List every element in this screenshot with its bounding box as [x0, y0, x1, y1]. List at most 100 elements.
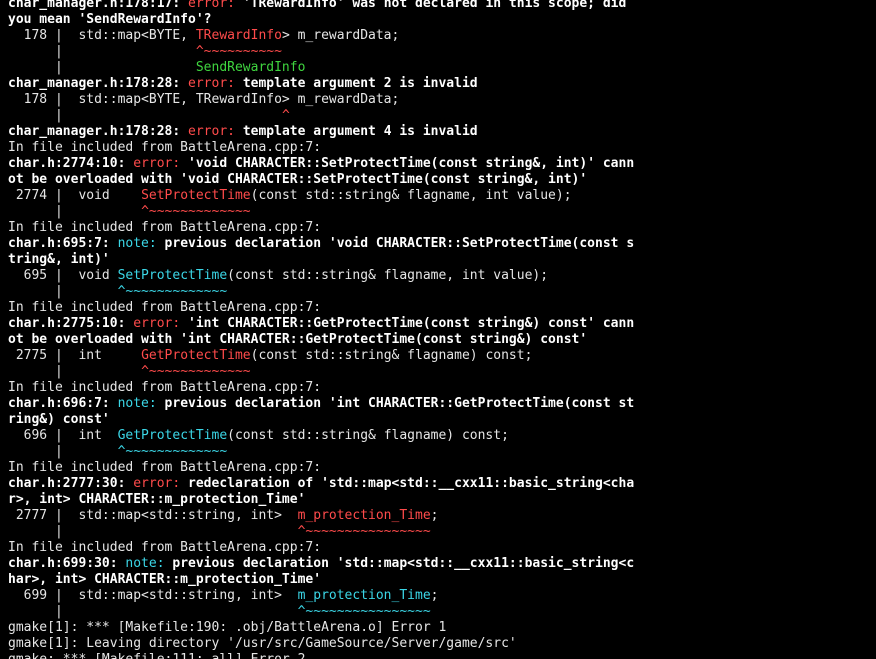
terminal-segment: GetProtectTime [141, 348, 251, 363]
terminal-line: char.h:695:7: note: previous declaration… [0, 236, 876, 252]
terminal-line: gmake: *** [Makefile:111: all] Error 2 [0, 652, 876, 659]
terminal-line: 699 | std::map<std::string, int> m_prote… [0, 588, 876, 604]
terminal-segment: char_manager.h:178:28: [8, 76, 189, 91]
terminal-segment: TRewardInfo [195, 28, 282, 43]
terminal-line: | ^~~~~~~~~~~~~~ [0, 444, 876, 460]
terminal-segment: | [8, 204, 142, 219]
terminal-segment: | [8, 604, 298, 619]
terminal-line: tring&, int)' [0, 252, 876, 268]
terminal-segment: note: [117, 396, 165, 411]
terminal-segment: 2775 | int [8, 348, 142, 363]
terminal-line: 2774 | void SetProtectTime(const std::st… [0, 188, 876, 204]
terminal-segment: | [8, 444, 118, 459]
terminal-line: In file included from BattleArena.cpp:7: [0, 460, 876, 476]
terminal-line: In file included from BattleArena.cpp:7: [0, 540, 876, 556]
terminal-segment: | [8, 108, 282, 123]
terminal-segment: template argument 4 is invalid [242, 124, 478, 139]
terminal-segment: 699 | std::map<std::string, int> [8, 588, 298, 603]
terminal-line: | ^~~~~~~~~~~~~~ [0, 284, 876, 300]
terminal-segment: 695 | void [8, 268, 118, 283]
terminal-line: 695 | void SetProtectTime(const std::str… [0, 268, 876, 284]
terminal-line: gmake[1]: Leaving directory '/usr/src/Ga… [0, 636, 876, 652]
terminal-segment: In file included from BattleArena.cpp:7: [8, 540, 322, 555]
terminal-segment: SetProtectTime [141, 188, 251, 203]
terminal-segment: ^~~~~~~~~~~~~~ [141, 364, 251, 379]
terminal-segment: template argument 2 is invalid [242, 76, 478, 91]
terminal-segment: char_manager.h:178:17: [8, 0, 189, 11]
terminal-segment: previous declaration 'std::map<std::__cx… [172, 556, 635, 571]
terminal-line: | ^~~~~~~~~~~~~~ [0, 364, 876, 380]
terminal-line: r>, int> CHARACTER::m_protection_Time' [0, 492, 876, 508]
terminal-segment: | [8, 44, 196, 59]
terminal-segment: 2774 | void [8, 188, 142, 203]
terminal-segment: gmake: *** [Makefile:111: all] Error 2 [8, 652, 305, 659]
terminal-segment: 'void CHARACTER::SetProtectTime(const st… [188, 156, 635, 171]
terminal-line: 178 | std::map<BYTE, TRewardInfo> m_rewa… [0, 28, 876, 44]
terminal-segment: gmake[1]: *** [Makefile:190: .obj/Battle… [8, 620, 447, 635]
terminal-line: char_manager.h:178:17: error: 'TRewardIn… [0, 0, 876, 12]
terminal-line: ot be overloaded with 'int CHARACTER::Ge… [0, 332, 876, 348]
terminal-line: In file included from BattleArena.cpp:7: [0, 140, 876, 156]
terminal-line: gmake[1]: *** [Makefile:190: .obj/Battle… [0, 620, 876, 636]
terminal-segment: error: [133, 476, 189, 491]
terminal-segment: 178 | std::map<BYTE, [8, 28, 196, 43]
terminal-segment: char.h:2775:10: [8, 316, 134, 331]
terminal-segment: ^~~~~~~~~~~~~~~~~ [297, 524, 431, 539]
terminal-segment: SendRewardInfo [195, 60, 306, 75]
terminal-segment: tring&, int)' [8, 252, 110, 267]
terminal-segment: error: [133, 156, 189, 171]
terminal-segment: har>, int> CHARACTER::m_protection_Time' [8, 572, 322, 587]
terminal-segment: (const std::string& flagname, int value)… [250, 188, 572, 203]
terminal-segment: | [8, 364, 142, 379]
terminal-segment: previous declaration 'void CHARACTER::Se… [164, 236, 635, 251]
terminal-line: 2777 | std::map<std::string, int> m_prot… [0, 508, 876, 524]
terminal-line: | ^~~~~~~~~~~ [0, 44, 876, 60]
terminal-segment: char.h:699:30: [8, 556, 126, 571]
terminal-line: 696 | int GetProtectTime(const std::stri… [0, 428, 876, 444]
terminal-segment: ^~~~~~~~~~~~~~ [117, 284, 228, 299]
terminal-segment: error: [188, 124, 243, 139]
terminal-segment: char.h:695:7: [8, 236, 118, 251]
terminal-line: you mean 'SendRewardInfo'? [0, 12, 876, 28]
terminal-output[interactable]: char_manager.h:178:17: error: 'TRewardIn… [0, 0, 876, 659]
terminal-line: char.h:699:30: note: previous declaratio… [0, 556, 876, 572]
terminal-line: char.h:2775:10: error: 'int CHARACTER::G… [0, 316, 876, 332]
terminal-line: | ^~~~~~~~~~~~~~~~~ [0, 524, 876, 540]
terminal-segment: SetProtectTime [117, 268, 228, 283]
terminal-segment: ot be overloaded with 'void CHARACTER::S… [8, 172, 588, 187]
terminal-line: har>, int> CHARACTER::m_protection_Time' [0, 572, 876, 588]
terminal-segment: | [8, 524, 298, 539]
terminal-segment: (const std::string& flagname, int value)… [227, 268, 549, 283]
terminal-segment: In file included from BattleArena.cpp:7: [8, 300, 322, 315]
terminal-segment: ring&) const' [8, 412, 110, 427]
terminal-segment: m_protection_Time [297, 508, 431, 523]
terminal-segment: r>, int> CHARACTER::m_protection_Time' [8, 492, 306, 507]
terminal-line: ring&) const' [0, 412, 876, 428]
terminal-line: char.h:2774:10: error: 'void CHARACTER::… [0, 156, 876, 172]
terminal-segment: char.h:2777:30: [8, 476, 134, 491]
terminal-segment: ; [430, 588, 439, 603]
terminal-segment: ^~~~~~~~~~~~~~ [117, 444, 228, 459]
terminal-segment: (const std::string& flagname) const; [250, 348, 533, 363]
terminal-segment: char_manager.h:178:28: [8, 124, 189, 139]
terminal-segment: ; [430, 508, 439, 523]
terminal-line: char_manager.h:178:28: error: template a… [0, 124, 876, 140]
terminal-segment: ot be overloaded with 'int CHARACTER::Ge… [8, 332, 588, 347]
terminal-line: In file included from BattleArena.cpp:7: [0, 300, 876, 316]
terminal-segment: gmake[1]: Leaving directory '/usr/src/Ga… [8, 636, 517, 651]
terminal-segment: In file included from BattleArena.cpp:7: [8, 220, 322, 235]
terminal-line: | ^ [0, 108, 876, 124]
terminal-segment: m_protection_Time [297, 588, 431, 603]
terminal-segment: previous declaration 'int CHARACTER::Get… [164, 396, 635, 411]
terminal-line: char_manager.h:178:28: error: template a… [0, 76, 876, 92]
terminal-segment: ^~~~~~~~~~~~~~ [141, 204, 251, 219]
terminal-segment: error: [188, 0, 243, 11]
terminal-segment: note: [125, 556, 173, 571]
terminal-segment: | [8, 284, 118, 299]
terminal-segment: you mean 'SendRewardInfo'? [8, 12, 212, 27]
terminal-segment: | [8, 60, 196, 75]
terminal-segment: ^ [281, 108, 290, 123]
terminal-segment: char.h:2774:10: [8, 156, 134, 171]
terminal-segment: In file included from BattleArena.cpp:7: [8, 460, 322, 475]
terminal-segment: ^~~~~~~~~~~ [195, 44, 282, 59]
